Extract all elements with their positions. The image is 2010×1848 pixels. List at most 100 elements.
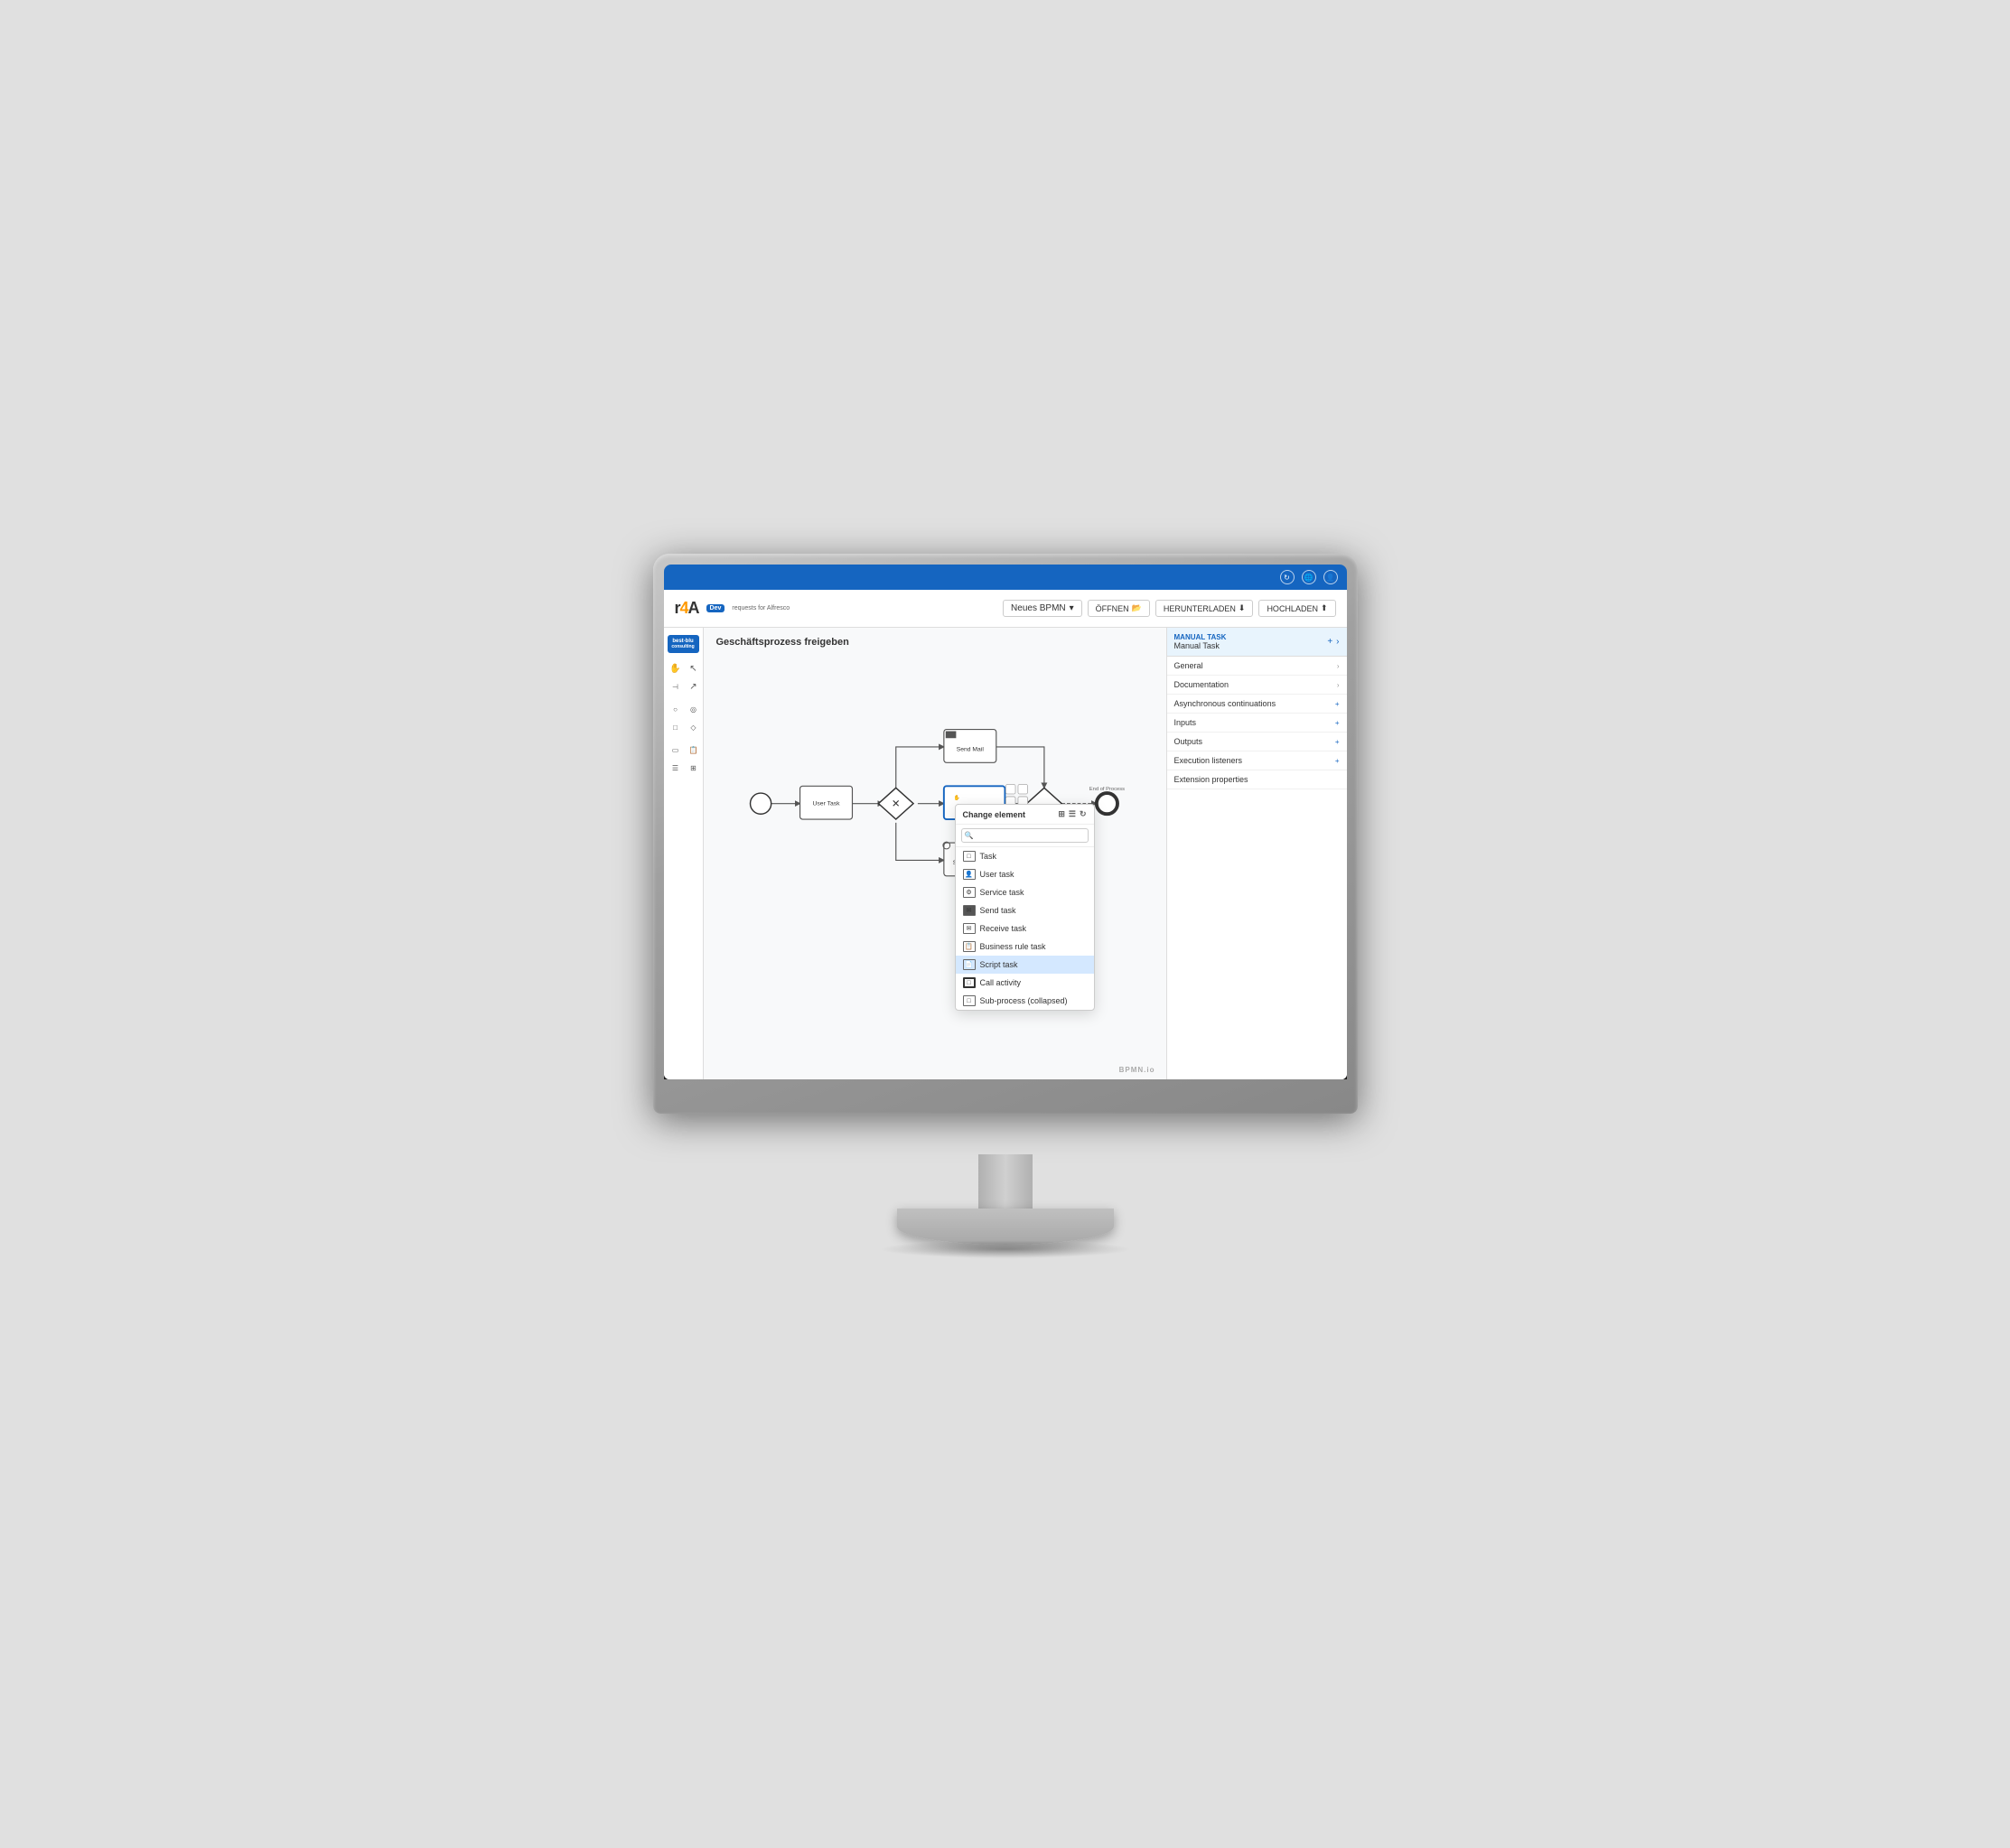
download-icon: ⬇ <box>1239 603 1246 613</box>
logo-4: 4 <box>680 599 688 617</box>
panel-add-icon[interactable]: + <box>1327 637 1332 647</box>
event-tool[interactable]: ◎ <box>686 701 702 717</box>
menu-item-service-task[interactable]: ⚙Service task <box>956 883 1094 901</box>
script-task-icon: 📄 <box>963 959 976 970</box>
app-logo: r4A <box>675 599 699 618</box>
task-tool[interactable]: □ <box>668 719 684 735</box>
menu-item-task[interactable]: □Task <box>956 847 1094 865</box>
list-view-icon[interactable]: ☰ <box>1069 809 1076 819</box>
svg-text:User Task: User Task <box>812 801 840 807</box>
rect-tool[interactable]: ▭ <box>668 742 684 758</box>
element-type-label: MANUAL TASK <box>1174 633 1227 641</box>
panel-section-general[interactable]: General› <box>1167 657 1347 676</box>
left-sidebar: best-blu consulting ✋ ↖ ⊣ ↗ ○ <box>664 628 704 1079</box>
context-menu-header: Change element ⊞ ☰ ↻ <box>956 805 1094 825</box>
panel-section-execution-listeners[interactable]: Execution listeners+ <box>1167 751 1347 770</box>
change-element-menu[interactable]: Change element ⊞ ☰ ↻ 🔍 <box>955 804 1095 1011</box>
note-tool[interactable]: 📋 <box>686 742 702 758</box>
add-section-icon: + <box>1335 719 1340 727</box>
panel-section-asynchronous-continuations[interactable]: Asynchronous continuations+ <box>1167 695 1347 714</box>
menu-item-subprocess[interactable]: □Sub-process (collapsed) <box>956 992 1094 1010</box>
arrow-tool[interactable]: ↗ <box>686 678 702 695</box>
task-icon: □ <box>963 851 976 862</box>
monitor-base <box>897 1209 1114 1245</box>
right-panel-header: MANUAL TASK Manual Task + › <box>1167 628 1347 657</box>
service-task-icon: ⚙ <box>963 887 976 898</box>
svg-text:✕: ✕ <box>891 799 900 810</box>
monitor-bezel: ↻ 🌐 👤 r4A Dev requests for Alfresco <box>664 565 1347 1079</box>
upload-button[interactable]: HOCHLADEN ⬆ <box>1258 600 1335 617</box>
panel-section-documentation[interactable]: Documentation› <box>1167 676 1347 695</box>
menu-item-business-rule[interactable]: 📋Business rule task <box>956 938 1094 956</box>
topbar: ↻ 🌐 👤 <box>664 565 1347 590</box>
refresh-menu-icon[interactable]: ↻ <box>1080 809 1087 819</box>
canvas-area[interactable]: Geschäftsprozess freigeben <box>704 628 1166 1079</box>
menu-item-call-activity[interactable]: □Call activity <box>956 974 1094 992</box>
svg-text:✋: ✋ <box>953 794 959 801</box>
add-section-icon: + <box>1335 738 1340 746</box>
element-name-label: Manual Task <box>1174 641 1227 650</box>
right-panel-sections: General›Documentation›Asynchronous conti… <box>1167 657 1347 789</box>
bpmn-watermark: BPMN.io <box>1119 1066 1155 1074</box>
monitor-shadow <box>879 1240 1132 1258</box>
sidebar-logo: best-blu consulting <box>668 635 699 653</box>
monitor-frame: ↻ 🌐 👤 r4A Dev requests for Alfresco <box>653 554 1358 1114</box>
upload-arrow-icon: ⬆ <box>1321 603 1328 613</box>
context-menu-list: □Task👤User task⚙Service task✉Send task✉R… <box>956 847 1094 1010</box>
new-bpmn-dropdown[interactable]: Neues BPMN ▾ <box>1003 600 1082 617</box>
hand-tool[interactable]: ✋ <box>668 660 684 677</box>
diamond-tool[interactable]: ◇ <box>686 719 702 735</box>
receive-task-icon: ✉ <box>963 923 976 934</box>
menu-item-send-task[interactable]: ✉Send task <box>956 901 1094 919</box>
search-area[interactable]: 🔍 <box>956 825 1094 847</box>
expand-section-icon: › <box>1337 662 1340 670</box>
screen: ↻ 🌐 👤 r4A Dev requests for Alfresco <box>664 565 1347 1079</box>
send-task-icon: ✉ <box>963 905 976 916</box>
circle-tool[interactable]: ○ <box>668 701 684 717</box>
bpmn-diagram-svg: User Task ✕ Send Mail ✋ <box>713 650 1166 939</box>
menu-item-script-task[interactable]: 📄Script task <box>956 956 1094 974</box>
add-section-icon: + <box>1335 700 1340 708</box>
right-panel: MANUAL TASK Manual Task + › Genera <box>1166 628 1347 1079</box>
refresh-icon[interactable]: ↻ <box>1280 570 1295 584</box>
menu-item-receive-task[interactable]: ✉Receive task <box>956 919 1094 938</box>
open-button[interactable]: ÖFFNEN 📂 <box>1088 600 1150 617</box>
upload-icon: 📂 <box>1132 603 1142 613</box>
panel-section-extension-properties[interactable]: Extension properties <box>1167 770 1347 789</box>
search-input[interactable] <box>961 828 1089 843</box>
call-activity-icon: □ <box>963 977 976 988</box>
menu-item-user-task[interactable]: 👤User task <box>956 865 1094 883</box>
panel-expand-icon[interactable]: › <box>1336 637 1339 647</box>
panel-section-inputs[interactable]: Inputs+ <box>1167 714 1347 733</box>
connect-tool[interactable]: ⊣ <box>668 678 684 695</box>
panel-section-outputs[interactable]: Outputs+ <box>1167 733 1347 751</box>
main-content: best-blu consulting ✋ ↖ ⊣ ↗ ○ <box>664 628 1347 1079</box>
expand-section-icon: › <box>1337 681 1340 689</box>
user-icon[interactable]: 👤 <box>1323 570 1338 584</box>
app-header: r4A Dev requests for Alfresco Neues BPMN… <box>664 590 1347 628</box>
header-toolbar: Neues BPMN ▾ ÖFFNEN 📂 HERUNTERLADEN ⬇ <box>1003 600 1335 617</box>
user-task-icon: 👤 <box>963 869 976 880</box>
list-tool[interactable]: ☰ <box>668 760 684 776</box>
tool-group-extras: ▭ 📋 ☰ ⊞ <box>668 742 699 776</box>
logo-area: r4A Dev requests for Alfresco <box>675 599 790 618</box>
tool-group-shapes: ○ ◎ □ ◇ <box>668 701 699 735</box>
svg-text:Send Mail: Send Mail <box>956 747 984 753</box>
grid-view-icon[interactable]: ⊞ <box>1058 809 1065 819</box>
grid-tool[interactable]: ⊞ <box>686 760 702 776</box>
dev-badge: Dev <box>706 604 725 612</box>
logo-a: A <box>688 599 699 617</box>
monitor-neck <box>978 1154 1033 1209</box>
chevron-down-icon: ▾ <box>1070 603 1074 613</box>
logo-tagline: requests for Alfresco <box>732 605 790 611</box>
business-rule-icon: 📋 <box>963 941 976 952</box>
add-section-icon: + <box>1335 757 1340 765</box>
subprocess-icon: □ <box>963 995 976 1006</box>
download-button[interactable]: HERUNTERLADEN ⬇ <box>1155 600 1254 617</box>
pointer-tool[interactable]: ↖ <box>686 660 702 677</box>
canvas-title: Geschäftsprozess freigeben <box>716 637 849 648</box>
svg-text:End of Process: End of Process <box>1089 787 1124 792</box>
search-icon: 🔍 <box>965 832 974 840</box>
tool-group-move: ✋ ↖ ⊣ ↗ <box>668 660 699 695</box>
globe-icon[interactable]: 🌐 <box>1302 570 1316 584</box>
